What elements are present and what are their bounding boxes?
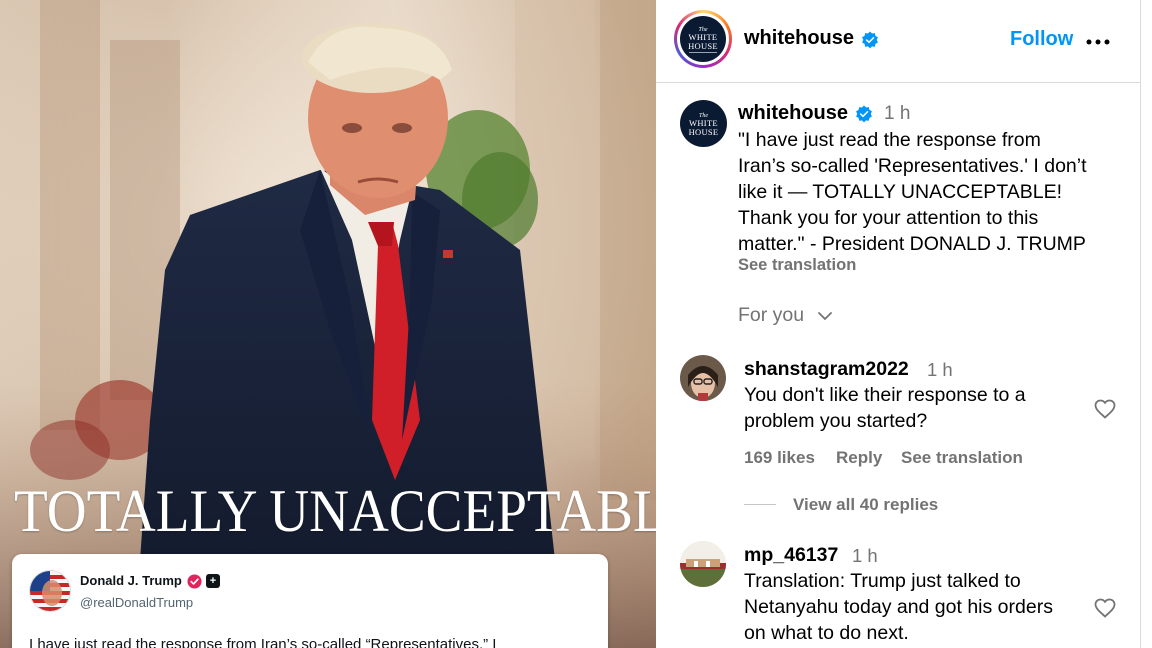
caption-line: like it — TOTALLY UNACCEPTABLE! <box>738 181 1063 203</box>
comment-timestamp[interactable]: 1 h <box>852 545 878 567</box>
caption-line: "I have just read the response from <box>738 129 1041 151</box>
comment-timestamp[interactable]: 1 h <box>927 359 953 381</box>
commenter-avatar[interactable] <box>680 541 726 587</box>
caption-timestamp[interactable]: 1 h <box>884 103 910 125</box>
comment-line: You don't like their response to a <box>744 384 1026 406</box>
embedded-tweet-card: Donald J. Trump + @realDonaldTrump I hav… <box>12 554 608 648</box>
post-sidebar: The WHITE HOUSE whitehouse Follow The WH… <box>656 0 1140 648</box>
comment-like-count[interactable]: 169 likes <box>744 448 815 468</box>
caption-line: Iran’s so-called 'Representatives.' I do… <box>738 155 1087 177</box>
post-header: The WHITE HOUSE whitehouse Follow <box>656 0 1140 83</box>
caption-line: matter." - President DONALD J. TRUMP <box>738 233 1086 255</box>
header-username[interactable]: whitehouse <box>744 27 854 50</box>
like-heart-icon[interactable] <box>1093 596 1117 620</box>
tweet-avatar <box>29 570 71 612</box>
tweet-text: I have just read the response from Iran’… <box>29 636 497 648</box>
caption-avatar[interactable]: The WHITE HOUSE <box>680 100 727 147</box>
caption-text: "I have just read the response from Iran… <box>738 127 1130 257</box>
caption-line: Thank you for your attention to this <box>738 207 1039 229</box>
comment-line: Netanyahu today and got his orders <box>744 596 1053 618</box>
verified-badge-icon <box>187 574 202 589</box>
comment-line: problem you started? <box>744 410 928 432</box>
comment-see-translation-link[interactable]: See translation <box>901 448 1023 468</box>
comment-line: on what to do next. <box>744 622 909 644</box>
comment-sort-dropdown[interactable]: For you <box>738 304 804 327</box>
comment-text: Translation: Trump just talked to Netany… <box>744 568 1104 646</box>
whitehouse-logo: The WHITE HOUSE <box>680 16 726 62</box>
tweet-author-handle: @realDonaldTrump <box>80 595 194 610</box>
view-replies-button[interactable]: View all 40 replies <box>793 495 938 515</box>
tweet-author-name: Donald J. Trump <box>80 573 182 588</box>
replies-divider <box>744 504 776 505</box>
chevron-down-icon[interactable] <box>816 307 834 325</box>
post-photo <box>0 0 656 648</box>
caption-username[interactable]: whitehouse <box>738 102 848 125</box>
caption-see-translation-link[interactable]: See translation <box>738 256 856 275</box>
follow-button[interactable]: Follow <box>1010 28 1073 51</box>
comment-username[interactable]: shanstagram2022 <box>744 358 909 381</box>
comment-line: Translation: Trump just talked to <box>744 570 1021 592</box>
comment-username[interactable]: mp_46137 <box>744 544 838 567</box>
commenter-avatar[interactable] <box>680 355 726 401</box>
panel-border <box>1140 0 1141 648</box>
instagram-post-view: TOTALLY UNACCEPTABLE! Donald J. Trump + … <box>0 0 1152 648</box>
comment-text: You don't like their response to a probl… <box>744 382 1084 434</box>
platform-plus-icon: + <box>206 574 220 588</box>
post-image[interactable]: TOTALLY UNACCEPTABLE! Donald J. Trump + … <box>0 0 656 648</box>
profile-avatar-ring[interactable]: The WHITE HOUSE <box>674 10 732 68</box>
verified-badge-icon <box>856 105 872 123</box>
headline-text: TOTALLY UNACCEPTABLE! <box>14 478 656 544</box>
like-heart-icon[interactable] <box>1093 397 1117 421</box>
comment-reply-button[interactable]: Reply <box>836 448 882 468</box>
more-options-icon[interactable] <box>1086 30 1110 46</box>
verified-badge-icon <box>862 31 878 49</box>
